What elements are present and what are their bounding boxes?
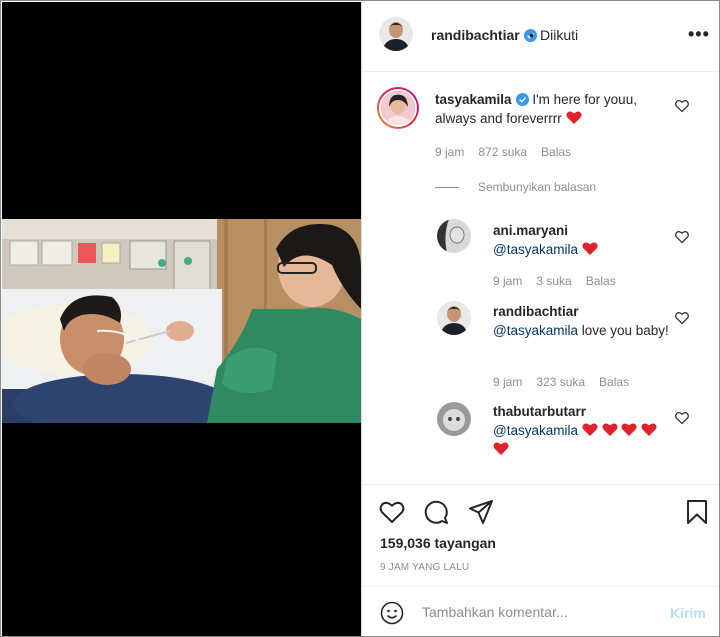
reply-body: ani.maryani @tasyakamila (493, 221, 673, 259)
reply-avatar[interactable] (437, 301, 471, 335)
reply-mention-link[interactable]: @tasyakamila (493, 242, 578, 257)
separator-dot: • (529, 27, 534, 43)
comment-icon[interactable] (423, 499, 449, 525)
comment-input[interactable] (422, 597, 652, 627)
more-options-icon[interactable]: ••• (688, 25, 710, 43)
red-heart-emoji-icon (566, 111, 582, 124)
reply-time: 9 jam (493, 274, 523, 288)
comment-meta: 9 jam 872 suka Balas (435, 145, 585, 159)
reply-reply-button[interactable]: Balas (586, 274, 616, 288)
reply-mention-link[interactable]: @tasyakamila (493, 323, 578, 338)
reply-meta: 9 jam 323 suka Balas (493, 375, 643, 389)
follow-status-button[interactable]: Diikuti (540, 27, 578, 43)
send-comment-button[interactable]: Kirim (670, 605, 706, 621)
reply-body: randibachtiar @tasyakamila love you baby… (493, 302, 673, 340)
red-heart-emoji-icon (641, 423, 657, 436)
instagram-post-window: randibachtiar • Diikuti ••• tasyakamila … (0, 0, 720, 637)
red-heart-emoji-icon (582, 423, 598, 436)
like-reply-heart-icon[interactable] (675, 311, 689, 325)
bookmark-icon[interactable] (684, 499, 710, 525)
reply-avatar[interactable] (437, 402, 471, 436)
reply-time: 9 jam (493, 375, 523, 389)
reply-likes[interactable]: 3 suka (536, 274, 571, 288)
reply-likes[interactable]: 323 suka (536, 375, 585, 389)
post-action-bar: 159,036 tayangan 9 JAM YANG LALU (362, 484, 719, 584)
red-heart-emoji-icon (602, 423, 618, 436)
red-heart-emoji-icon (582, 242, 598, 255)
hide-replies-line (435, 187, 459, 188)
post-header: randibachtiar • Diikuti ••• (362, 2, 719, 72)
like-comment-heart-icon[interactable] (675, 99, 689, 113)
reply-body: thabutarbutarr @tasyakamila (493, 402, 673, 459)
heart-icon[interactable] (379, 499, 405, 525)
comment-likes[interactable]: 872 suka (478, 145, 527, 159)
author-username-text[interactable]: randibachtiar (431, 27, 520, 43)
commenter-avatar[interactable] (377, 87, 419, 129)
reply-username[interactable]: randibachtiar (493, 302, 673, 321)
post-media[interactable] (2, 2, 361, 636)
reply-reply-button[interactable]: Balas (599, 375, 629, 389)
comment-time: 9 jam (435, 145, 465, 159)
reply-username[interactable]: thabutarbutarr (493, 402, 673, 421)
author-avatar[interactable] (379, 17, 413, 51)
comment-body: tasyakamila I'm here for youu, always an… (435, 90, 665, 128)
author-username[interactable]: randibachtiar (431, 27, 537, 43)
reply-mention-link[interactable]: @tasyakamila (493, 423, 578, 438)
like-reply-heart-icon[interactable] (675, 230, 689, 244)
reply-username[interactable]: ani.maryani (493, 221, 673, 240)
comment-reply-button[interactable]: Balas (541, 145, 571, 159)
share-icon[interactable] (468, 499, 494, 525)
reply-text: love you baby! (581, 323, 669, 338)
verified-icon (515, 93, 529, 106)
post-photo (2, 219, 361, 423)
comments-list[interactable]: tasyakamila I'm here for youu, always an… (362, 72, 719, 484)
view-count[interactable]: 159,036 tayangan (380, 535, 496, 551)
post-side-panel: randibachtiar • Diikuti ••• tasyakamila … (361, 2, 719, 636)
like-reply-heart-icon[interactable] (675, 411, 689, 425)
post-timestamp: 9 JAM YANG LALU (380, 562, 470, 573)
hide-replies-button[interactable]: Sembunyikan balasan (478, 180, 596, 194)
comment-username[interactable]: tasyakamila (435, 92, 512, 107)
red-heart-emoji-icon (493, 442, 509, 455)
emoji-icon[interactable] (380, 601, 404, 625)
red-heart-emoji-icon (621, 423, 637, 436)
reply-meta: 9 jam 3 suka Balas (493, 274, 630, 288)
reply-avatar[interactable] (437, 219, 471, 253)
add-comment-bar: Kirim (362, 586, 719, 636)
